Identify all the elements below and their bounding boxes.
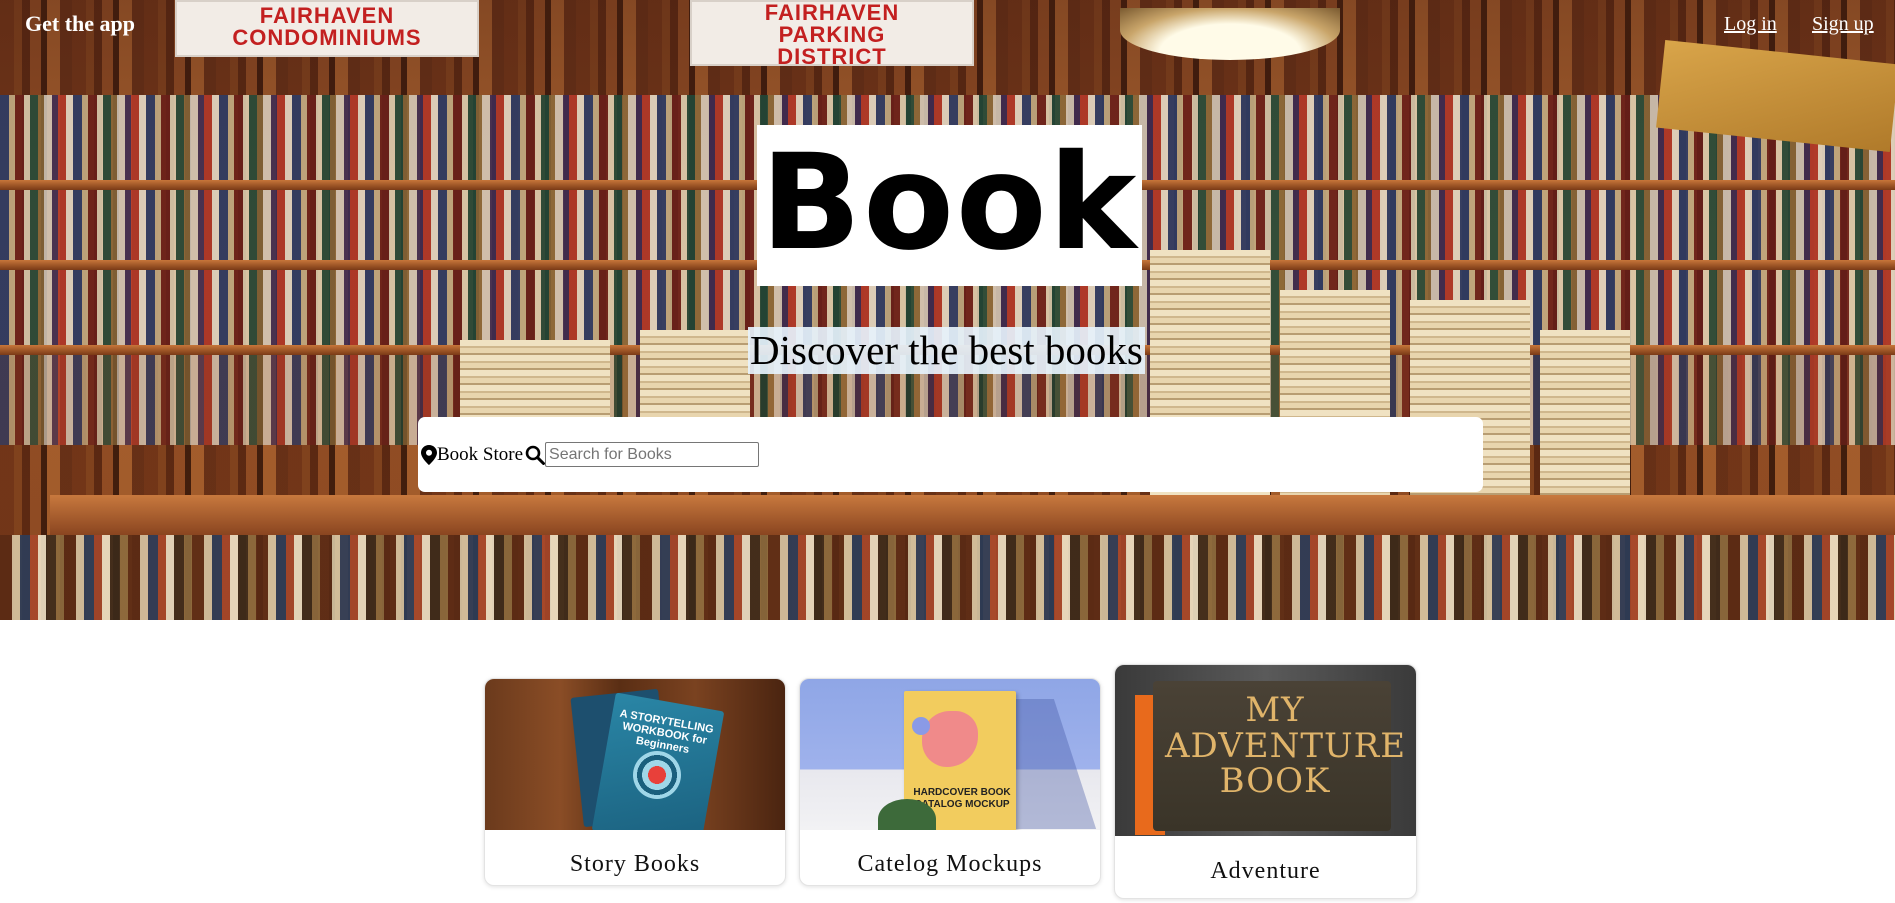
category-card-adventure[interactable]: MY ADVENTURE BOOK Adventure [1114, 664, 1417, 899]
card-title: Story Books [569, 851, 701, 877]
front-bookshelf [0, 535, 1895, 620]
get-app-link[interactable]: Get the app [25, 11, 135, 37]
hero-banner: FAIRHAVEN CONDOMINIUMS FAIRHAVEN PARKING… [0, 0, 1895, 620]
card-image: MY ADVENTURE BOOK [1115, 665, 1416, 836]
store-counter [50, 495, 1895, 535]
category-card-catalog-mockups[interactable]: HARDCOVER BOOK CATALOG MOCKUP Catelog Mo… [799, 678, 1101, 886]
login-link[interactable]: Log in [1724, 13, 1777, 36]
store-location-label[interactable]: Book Store [437, 444, 523, 466]
fairhaven-sign: FAIRHAVEN CONDOMINIUMS [175, 0, 479, 57]
card-image: A STORYTELLING WORKBOOK for Beginners [485, 679, 785, 830]
category-card-story-books[interactable]: A STORYTELLING WORKBOOK for Beginners St… [484, 678, 786, 886]
map-pin-icon[interactable] [421, 444, 437, 465]
signup-link[interactable]: Sign up [1812, 13, 1874, 36]
magnifier-icon[interactable] [525, 445, 546, 465]
search-input[interactable] [545, 442, 760, 467]
target-icon [633, 751, 681, 799]
logo-text: Book [760, 125, 1139, 280]
book-cover: MY ADVENTURE BOOK [1165, 690, 1407, 802]
card-title: Adventure [1210, 858, 1321, 884]
parking-sign: FAIRHAVEN PARKING DISTRICT [690, 0, 974, 68]
ceiling-lamp [1120, 8, 1340, 60]
card-title: Catelog Mockups [857, 851, 1043, 877]
logo-box: Book [757, 125, 1142, 286]
card-image: HARDCOVER BOOK CATALOG MOCKUP [800, 679, 1100, 830]
book-stack [1540, 330, 1630, 500]
search-bar: Book Store [418, 417, 1483, 492]
tagline: Discover the best books [748, 327, 1145, 374]
